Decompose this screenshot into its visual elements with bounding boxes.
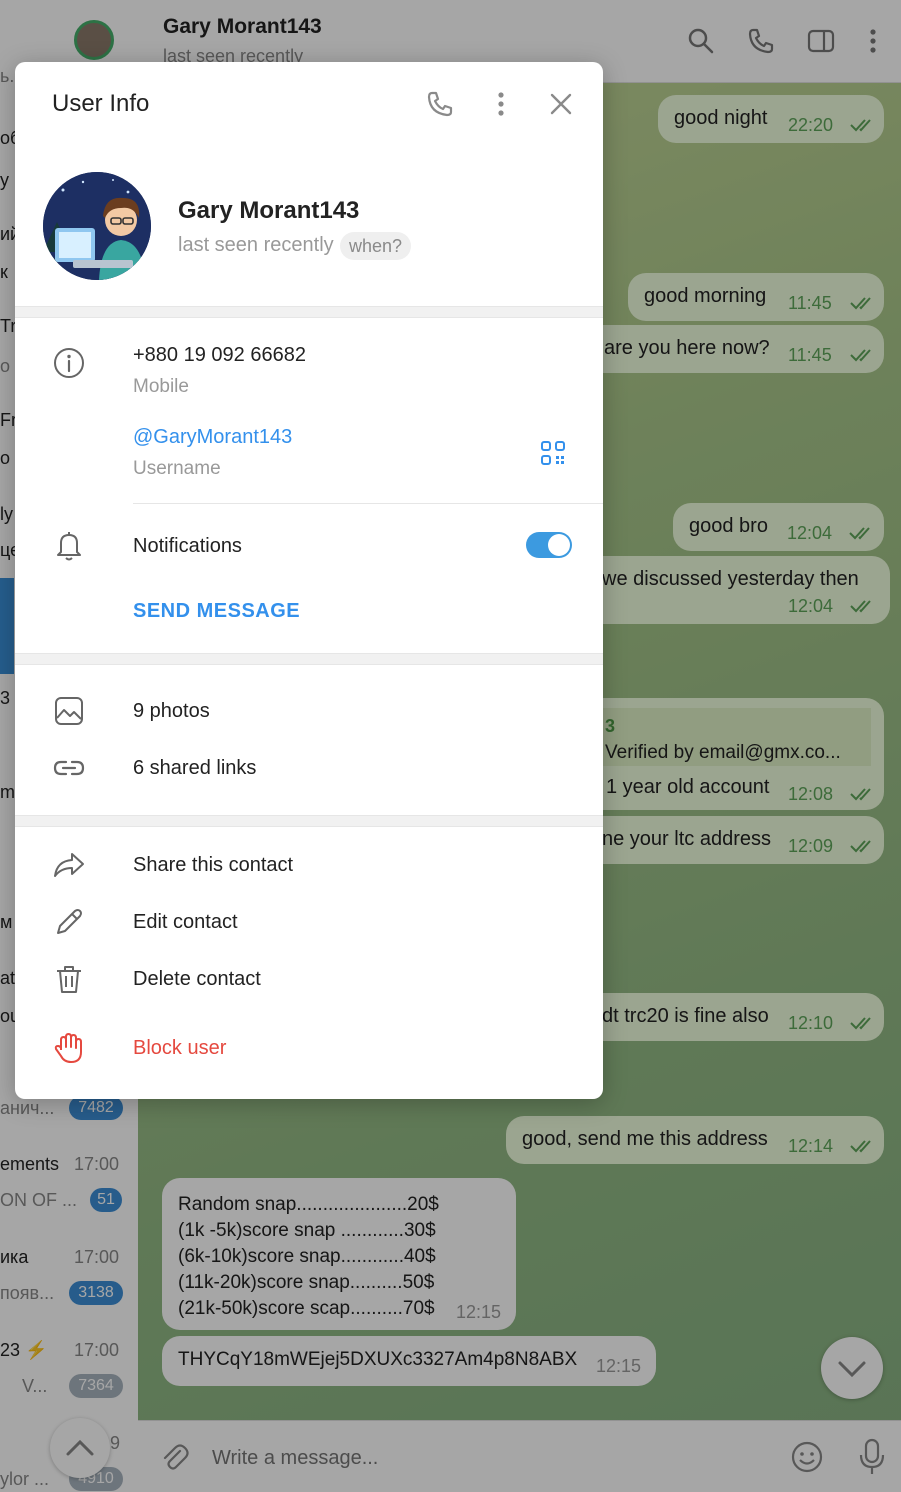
photo-icon [55,697,83,725]
user-info-dialog: User Info Gary Morant143 last seen recen… [15,62,603,1099]
close-icon[interactable] [546,89,576,119]
user-name: Gary Morant143 [178,197,360,224]
toggle-knob [548,534,570,556]
edit-contact-button[interactable]: Edit contact [133,911,238,934]
notifications-toggle[interactable] [526,532,572,558]
photos-row[interactable]: 9 photos [133,700,210,723]
phone-label: Mobile [133,376,189,397]
section-separator [15,306,603,318]
pencil-icon [57,909,82,934]
user-avatar[interactable] [43,172,151,280]
section-separator [15,653,603,665]
hand-icon [54,1033,82,1063]
share-contact-button[interactable]: Share this contact [133,854,293,877]
row-divider [133,503,603,504]
telegram-app: ь...обуийкTrо нFrоlyцее а3mмatouанич... … [0,0,901,1492]
info-icon [54,348,84,378]
user-status: last seen recently [178,234,334,256]
avatar-illustration [43,172,151,280]
trash-icon [57,966,81,993]
share-icon [54,853,84,877]
username-label: Username [133,458,221,479]
dialog-title: User Info [52,90,150,117]
section-separator [15,815,603,827]
link-icon [53,760,85,776]
qr-code-icon[interactable] [540,440,566,466]
when-button[interactable]: when? [340,232,412,260]
bell-icon [57,532,81,561]
delete-contact-button[interactable]: Delete contact [133,968,261,991]
username-value[interactable]: @GaryMorant143 [133,426,292,449]
send-message-button[interactable]: SEND MESSAGE [133,600,300,623]
phone-number[interactable]: +880 19 092 66682 [133,344,306,367]
block-user-button[interactable]: Block user [133,1037,226,1060]
notifications-label: Notifications [133,535,242,557]
phone-icon[interactable] [425,89,455,119]
shared-links-row[interactable]: 6 shared links [133,757,256,780]
more-icon[interactable] [486,89,516,119]
